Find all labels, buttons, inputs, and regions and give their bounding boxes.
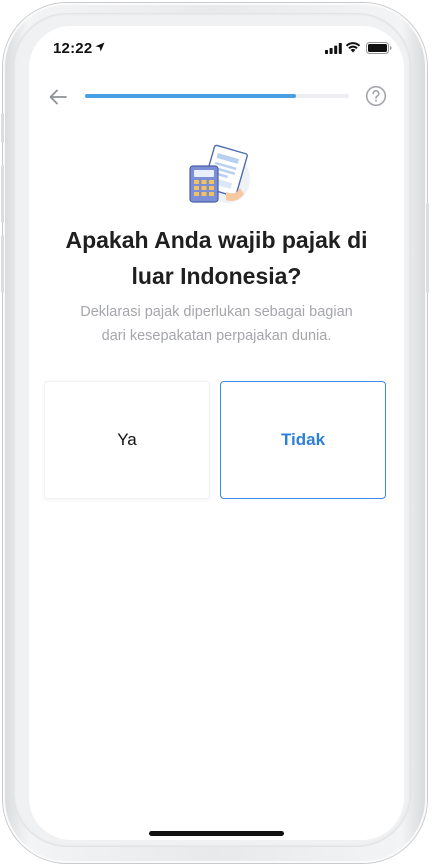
option-yes-label: Ya xyxy=(117,430,137,449)
status-bar: 12:22 xyxy=(29,26,404,70)
app-screen: 12:22 Apakah Anda wajib pajak di luar In… xyxy=(29,26,404,840)
question-title-line: luar Indonesia? xyxy=(131,263,302,289)
home-indicator[interactable] xyxy=(149,831,284,836)
location-arrow-icon xyxy=(95,42,105,52)
progress-bar-fill xyxy=(85,94,297,98)
wifi-icon xyxy=(345,42,361,53)
question-title-line: Apakah Anda wajib pajak di xyxy=(65,227,368,253)
signal-icon xyxy=(325,43,342,54)
description-line: Deklarasi pajak diperlukan sebagai bagia… xyxy=(80,304,353,320)
calculator-document-icon xyxy=(189,144,250,203)
option-no-button[interactable]: Tidak xyxy=(220,381,386,499)
top-navigation xyxy=(29,82,404,112)
battery-icon xyxy=(366,42,392,54)
question-description: Deklarasi pajak diperlukan sebagai bagia… xyxy=(59,300,374,348)
question-title: Apakah Anda wajib pajak di luar Indonesi… xyxy=(49,222,384,294)
phone-side-button xyxy=(1,113,4,143)
arrow-left-icon[interactable] xyxy=(47,86,69,108)
description-line: dari kesepakatan perpajakan dunia. xyxy=(101,328,332,344)
phone-side-button xyxy=(1,165,4,223)
status-time: 12:22 xyxy=(53,40,93,57)
phone-side-button xyxy=(426,203,429,293)
phone-side-button xyxy=(1,235,4,293)
option-yes-button[interactable]: Ya xyxy=(44,381,210,499)
question-circle-icon[interactable] xyxy=(365,85,387,107)
progress-bar xyxy=(85,94,349,98)
answer-options: Ya Tidak xyxy=(44,381,388,501)
option-no-label: Tidak xyxy=(280,430,326,449)
